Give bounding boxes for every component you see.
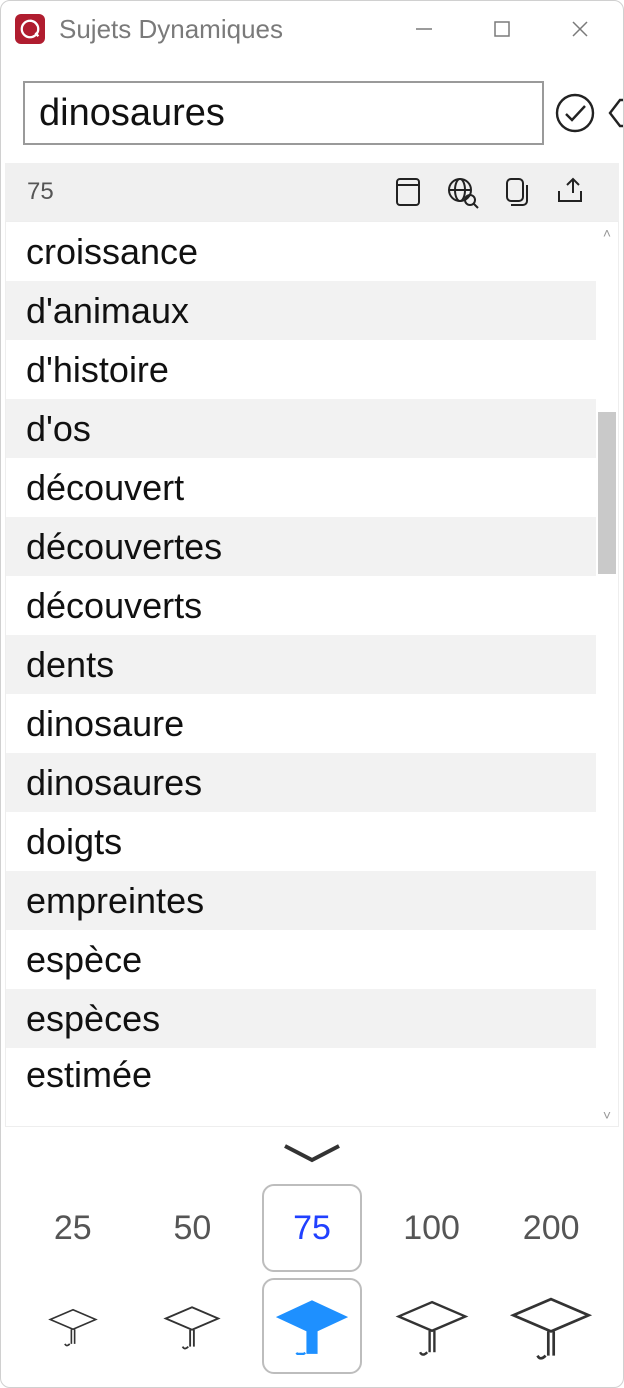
app-window: Sujets Dynamiques 75 (0, 0, 624, 1388)
list-item[interactable]: doigts (6, 812, 596, 871)
level-option-5[interactable] (501, 1278, 601, 1374)
level-option-2[interactable] (142, 1278, 242, 1374)
clear-button[interactable] (606, 89, 624, 137)
toolbar: 75 (5, 163, 619, 221)
list-item[interactable]: croissance (6, 222, 596, 281)
size-option-50[interactable]: 50 (142, 1184, 242, 1272)
list-item[interactable]: découverts (6, 576, 596, 635)
scroll-up-icon[interactable]: ˄ (596, 222, 618, 244)
search-input[interactable] (23, 81, 544, 145)
size-option-200[interactable]: 200 (501, 1184, 601, 1272)
results-list: croissance d'animaux d'histoire d'os déc… (6, 222, 596, 1126)
size-option-25[interactable]: 25 (23, 1184, 123, 1272)
book-icon[interactable] (381, 165, 435, 219)
list-item[interactable]: d'histoire (6, 340, 596, 399)
maximize-button[interactable] (463, 1, 541, 57)
window-title: Sujets Dynamiques (59, 14, 385, 45)
title-bar: Sujets Dynamiques (1, 1, 623, 57)
globe-search-icon[interactable] (435, 165, 489, 219)
share-icon[interactable] (543, 165, 597, 219)
confirm-button[interactable] (554, 89, 596, 137)
list-item[interactable]: d'os (6, 399, 596, 458)
list-item[interactable]: espèces (6, 989, 596, 1048)
size-option-100[interactable]: 100 (382, 1184, 482, 1272)
level-option-3[interactable] (262, 1278, 362, 1374)
minimize-button[interactable] (385, 1, 463, 57)
expand-button[interactable] (1, 1127, 623, 1179)
level-picker (1, 1277, 623, 1387)
scroll-thumb[interactable] (598, 412, 616, 574)
list-item[interactable]: empreintes (6, 871, 596, 930)
list-item[interactable]: dents (6, 635, 596, 694)
list-item[interactable]: d'animaux (6, 281, 596, 340)
scroll-down-icon[interactable]: ˅ (596, 1104, 618, 1126)
app-icon (15, 14, 45, 44)
list-item[interactable]: découvert (6, 458, 596, 517)
level-option-1[interactable] (23, 1278, 123, 1374)
list-item[interactable]: dinosaures (6, 753, 596, 812)
size-picker: 25 50 75 100 200 (1, 1179, 623, 1277)
size-option-75[interactable]: 75 (262, 1184, 362, 1272)
close-button[interactable] (541, 1, 619, 57)
list-item[interactable]: espèce (6, 930, 596, 989)
level-option-4[interactable] (382, 1278, 482, 1374)
list-item[interactable]: découvertes (6, 517, 596, 576)
search-row (1, 57, 623, 163)
result-count: 75 (27, 178, 381, 206)
scrollbar[interactable]: ˄ ˅ (596, 222, 618, 1126)
copy-icon[interactable] (489, 165, 543, 219)
list-item[interactable]: estimée (6, 1048, 596, 1100)
results-panel: croissance d'animaux d'histoire d'os déc… (5, 221, 619, 1127)
list-item[interactable]: dinosaure (6, 694, 596, 753)
